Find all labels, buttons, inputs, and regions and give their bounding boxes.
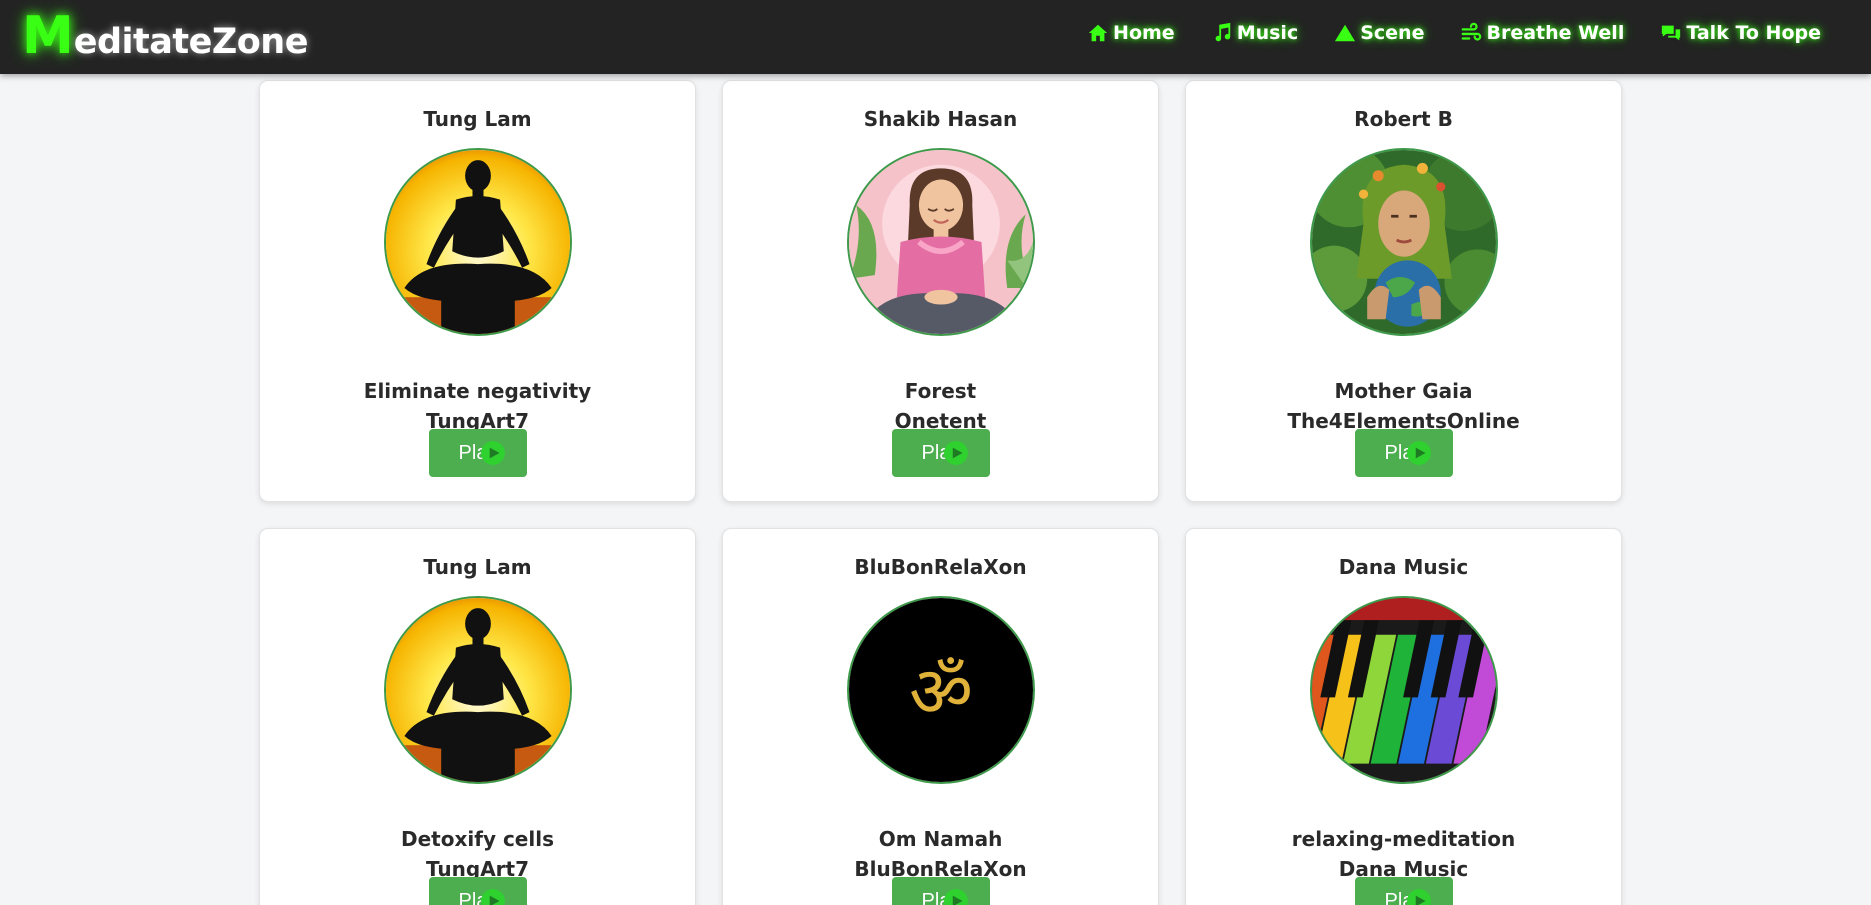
nav-link-label: Breathe Well	[1486, 22, 1625, 44]
card-artist: Tung Lam	[423, 107, 532, 131]
nav-link-label: Scene	[1360, 22, 1425, 44]
home-icon	[1088, 24, 1108, 42]
card-artist: Dana Music	[1338, 555, 1469, 579]
svg-text:ॐ: ॐ	[909, 652, 973, 733]
nav-link-scene[interactable]: Scene	[1334, 22, 1424, 44]
top-navbar: MeditateZone Home Music Scene Breathe We…	[0, 0, 1871, 74]
card-title: relaxing-meditation	[1291, 827, 1516, 851]
card-artist: BluBonRelaXon	[854, 555, 1027, 579]
music-card: Robert B Mother Gaia The4ElementsOnline …	[1185, 80, 1622, 502]
mountain-icon	[1335, 24, 1356, 42]
nav-link-talk-to-hope[interactable]: Talk To Hope	[1660, 22, 1821, 44]
card-artist: Robert B	[1354, 107, 1453, 131]
card-title: Om Namah	[878, 827, 1003, 851]
music-grid: Tung Lam Eliminate negativity TungArt7 P…	[0, 0, 1871, 905]
play-circle-icon	[481, 441, 505, 465]
cover-image-girl-meditating	[847, 148, 1035, 336]
card-title: Detoxify cells	[401, 827, 554, 851]
nav-link-label: Music	[1236, 22, 1299, 44]
play-button[interactable]: Play	[892, 429, 990, 477]
music-card: Dana Music relaxing-meditation Dana Musi…	[1185, 528, 1622, 905]
play-button[interactable]: Play	[429, 429, 527, 477]
play-circle-icon	[1407, 889, 1431, 905]
music-note-icon	[1215, 22, 1230, 42]
play-button[interactable]: Play	[429, 877, 527, 905]
play-button[interactable]: Play	[1355, 877, 1453, 905]
card-artist: Shakib Hasan	[863, 107, 1018, 131]
wind-icon	[1462, 22, 1482, 41]
card-title: Mother Gaia	[1334, 379, 1473, 403]
nav-links: Home Music Scene Breathe Well Talk To Ho…	[1087, 0, 1821, 66]
play-button[interactable]: Play	[1355, 429, 1453, 477]
music-card: Tung Lam	[259, 80, 696, 502]
nav-link-breathe-well[interactable]: Breathe Well	[1460, 22, 1624, 44]
nav-link-label: Talk To Hope	[1686, 22, 1821, 44]
card-title: Forest	[904, 379, 977, 403]
play-circle-icon	[944, 441, 968, 465]
play-circle-icon	[944, 889, 968, 905]
music-card: Shakib Hasan Forest Onetent Play	[722, 80, 1159, 502]
logo-text: editateZone	[73, 22, 309, 62]
site-logo[interactable]: MeditateZone	[22, 6, 308, 66]
nav-link-music[interactable]: Music	[1211, 22, 1299, 44]
card-title: Eliminate negativity	[363, 379, 592, 403]
nav-link-label: Home	[1113, 22, 1175, 44]
chat-bubbles-icon	[1662, 25, 1681, 41]
cover-image-mother-gaia	[1310, 148, 1498, 336]
card-artist: Tung Lam	[423, 555, 532, 579]
play-circle-icon	[1407, 441, 1431, 465]
nav-link-home[interactable]: Home	[1087, 22, 1175, 44]
music-card: BluBonRelaXon ॐ Om Namah BluBonRelaXon P…	[722, 528, 1159, 905]
cover-image-om-symbol: ॐ	[847, 596, 1035, 784]
cover-image-meditation-silhouette	[384, 596, 572, 784]
cover-image-meditation-silhouette	[384, 148, 572, 336]
cover-image-rainbow-piano	[1310, 596, 1498, 784]
play-circle-icon	[481, 889, 505, 905]
music-card: Tung Lam	[259, 528, 696, 905]
play-button[interactable]: Play	[892, 877, 990, 905]
logo-initial: M	[22, 6, 74, 66]
